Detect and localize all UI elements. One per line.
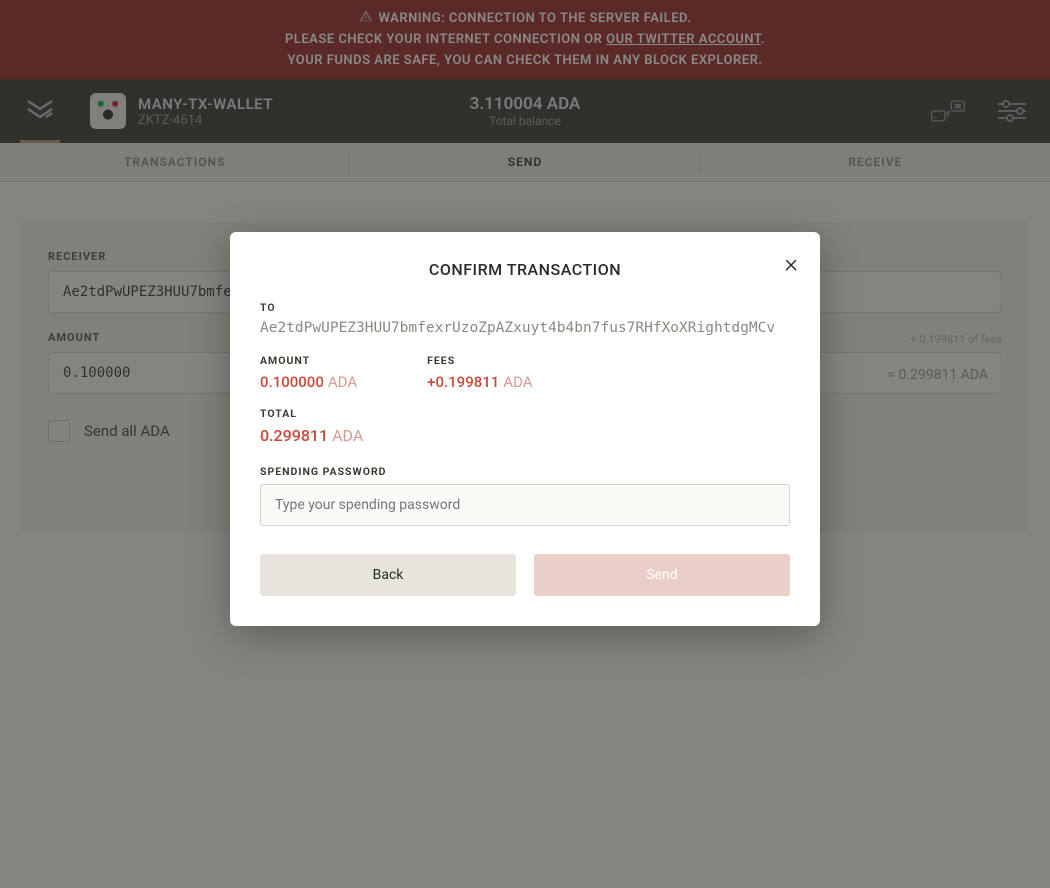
close-icon[interactable]: × [784, 254, 798, 274]
modal-title: CONFIRM TRANSACTION [260, 260, 790, 279]
back-button[interactable]: Back [260, 554, 516, 596]
modal-fees-label: FEES [427, 354, 532, 367]
modal-to-label: TO [260, 301, 790, 314]
modal-amount-label: AMOUNT [260, 354, 357, 367]
modal-total-label: TOTAL [260, 407, 790, 420]
spending-password-input[interactable] [260, 484, 790, 526]
send-button[interactable]: Send [534, 554, 790, 596]
confirm-transaction-modal: CONFIRM TRANSACTION × TO Ae2tdPwUPEZ3HUU… [230, 232, 820, 626]
modal-password-label: SPENDING PASSWORD [260, 465, 790, 478]
modal-fees-value: +0.199811ADA [427, 373, 532, 391]
modal-to-address: Ae2tdPwUPEZ3HUU7bmfexrUzoZpAZxuyt4b4bn7f… [260, 320, 790, 336]
modal-amount-value: 0.100000ADA [260, 373, 357, 391]
modal-total-value: 0.299811ADA [260, 426, 790, 445]
